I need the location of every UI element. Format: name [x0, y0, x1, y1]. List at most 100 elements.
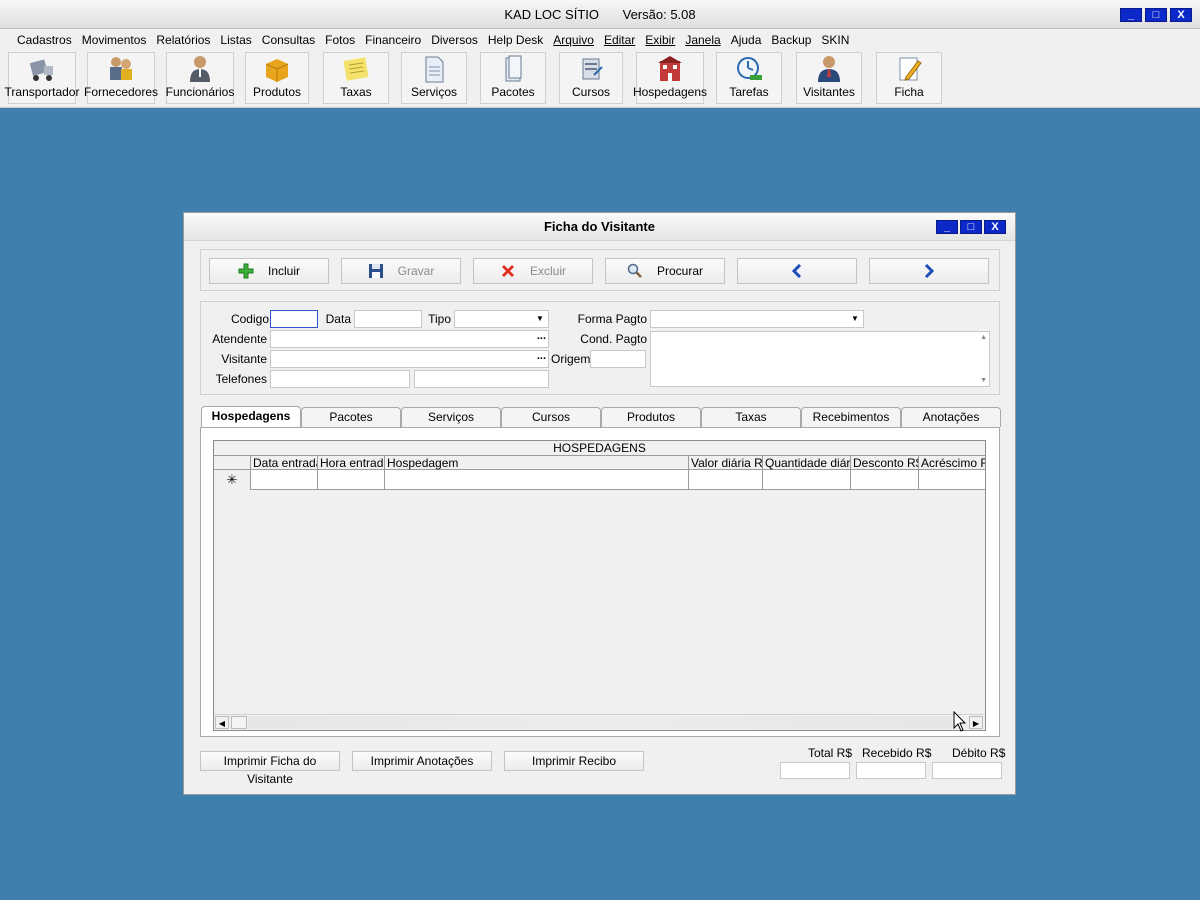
scrollbar-track[interactable]	[248, 716, 952, 729]
imprimir-ficha-button[interactable]: Imprimir Ficha do Visitante	[200, 751, 340, 786]
toolbar-funcionarios-button[interactable]: Funcionários	[166, 52, 234, 104]
tipo-select[interactable]: ▼	[454, 310, 549, 328]
tab-taxas[interactable]: Taxas	[701, 407, 801, 427]
imprimir-anotacoes-button[interactable]: Imprimir Anotações	[352, 751, 492, 771]
toolbar-label: Hospedagens	[632, 85, 708, 99]
forma-pagto-select[interactable]: ▼	[650, 310, 864, 328]
scroll-left-icon[interactable]: ◀	[215, 716, 229, 729]
tab-pacotes[interactable]: Pacotes	[301, 407, 401, 427]
toolbar-ficha-button[interactable]: Ficha	[876, 52, 942, 104]
menu-skin[interactable]: SKIN	[816, 33, 854, 47]
telefones-label: Telefones	[215, 372, 267, 386]
column-header[interactable]: Hospedagem	[384, 456, 688, 470]
toolbar-tarefas-button[interactable]: Tarefas	[716, 52, 782, 104]
minimize-button[interactable]: _	[1120, 8, 1142, 22]
toolbar-transportador-button[interactable]: Transportador	[5, 52, 79, 104]
visitante-lookup-button[interactable]: ...	[537, 350, 546, 362]
menu-exibir[interactable]: Exibir	[640, 33, 680, 47]
chevron-left-icon	[791, 264, 802, 278]
next-record-button[interactable]	[869, 258, 989, 284]
grid-cell[interactable]	[918, 470, 985, 490]
atendente-label: Atendente	[212, 332, 267, 346]
scroll-right-icon[interactable]: ▶	[969, 716, 983, 729]
menu-consultas[interactable]: Consultas	[257, 33, 320, 47]
horizontal-scrollbar[interactable]: ◀ ▶	[214, 714, 985, 730]
scroll-down-icon[interactable]: ▼	[980, 377, 987, 384]
toolbar-pacotes-button[interactable]: Pacotes	[480, 52, 546, 104]
close-button[interactable]: X	[1170, 8, 1192, 22]
grid-cell[interactable]	[384, 470, 688, 490]
imprimir-recibo-button[interactable]: Imprimir Recibo	[504, 751, 644, 771]
cond-pagto-textarea[interactable]: ▲ ▼	[650, 331, 990, 387]
hotel-icon	[658, 56, 682, 81]
menu-janela[interactable]: Janela	[680, 33, 725, 47]
menu-fotos[interactable]: Fotos	[320, 33, 360, 47]
toolbar-label: Funcionários	[165, 85, 235, 99]
tab-cursos[interactable]: Cursos	[501, 407, 601, 427]
menu-editar[interactable]: Editar	[599, 33, 640, 47]
toolbar-cursos-button[interactable]: Cursos	[559, 52, 623, 104]
column-header[interactable]: Valor diária R$	[688, 456, 762, 470]
column-header[interactable]: Hora entrada	[317, 456, 384, 470]
procurar-button[interactable]: Procurar	[605, 258, 725, 284]
debito-input[interactable]	[932, 762, 1002, 779]
toolbar-label: Serviços	[410, 85, 457, 99]
menu-help-desk[interactable]: Help Desk	[483, 33, 548, 47]
total-input[interactable]	[780, 762, 850, 779]
column-header[interactable]: Desconto R$	[850, 456, 918, 470]
origem-input[interactable]	[590, 350, 646, 368]
dialog-minimize-button[interactable]: _	[936, 220, 958, 234]
dialog-maximize-button[interactable]: □	[960, 220, 982, 234]
telefone-2-input[interactable]	[414, 370, 549, 388]
menu-arquivo[interactable]: Arquivo	[548, 33, 599, 47]
excluir-button[interactable]: Excluir	[473, 258, 593, 284]
atendente-input[interactable]: ...	[270, 330, 549, 348]
atendente-lookup-button[interactable]: ...	[537, 330, 546, 342]
grid-cell[interactable]	[250, 470, 317, 490]
toolbar-hospedagens-button[interactable]: Hospedagens	[632, 52, 708, 104]
menu-financeiro[interactable]: Financeiro	[360, 33, 426, 47]
tab-recebimentos[interactable]: Recebimentos	[801, 407, 901, 427]
data-input[interactable]	[354, 310, 422, 328]
app-window-controls: _ □ X	[1120, 8, 1192, 22]
truck-icon	[29, 59, 53, 81]
telefone-1-input[interactable]	[270, 370, 410, 388]
menu-movimentos[interactable]: Movimentos	[77, 33, 152, 47]
toolbar-visitantes-button[interactable]: Visitantes	[796, 52, 862, 104]
column-header[interactable]: Acréscimo R$	[918, 456, 985, 470]
visitante-input[interactable]: ...	[270, 350, 549, 368]
toolbar-taxas-button[interactable]: Taxas	[323, 52, 389, 104]
tab-hospedagens[interactable]: Hospedagens	[201, 406, 301, 428]
menu-listas[interactable]: Listas	[215, 33, 256, 47]
scroll-up-icon[interactable]: ▲	[980, 334, 987, 341]
codigo-input[interactable]	[270, 310, 318, 328]
recebido-input[interactable]	[856, 762, 926, 779]
notes-icon	[343, 57, 369, 81]
grid-cell[interactable]	[688, 470, 762, 490]
toolbar-produtos-button[interactable]: Produtos	[245, 52, 309, 104]
menu-cadastros[interactable]: Cadastros	[12, 33, 77, 47]
new-row-marker: ✳	[214, 470, 250, 490]
tab-servicos[interactable]: Serviços	[401, 407, 501, 427]
toolbar-label: Produtos	[252, 85, 302, 99]
maximize-button[interactable]: □	[1145, 8, 1167, 22]
grid-cell[interactable]	[762, 470, 850, 490]
tab-produtos[interactable]: Produtos	[601, 407, 701, 427]
menu-relatorios[interactable]: Relatórios	[151, 33, 215, 47]
previous-record-button[interactable]	[737, 258, 857, 284]
dialog-close-button[interactable]: X	[984, 220, 1006, 234]
toolbar-servicos-button[interactable]: Serviços	[401, 52, 467, 104]
grid-cell[interactable]	[850, 470, 918, 490]
column-header[interactable]: Data entrada	[250, 456, 317, 470]
column-header[interactable]: Quantidade diária	[762, 456, 850, 470]
incluir-button[interactable]: Incluir	[209, 258, 329, 284]
grid-cell[interactable]	[317, 470, 384, 490]
menu-diversos[interactable]: Diversos	[426, 33, 483, 47]
gravar-button[interactable]: Gravar	[341, 258, 461, 284]
menu-backup[interactable]: Backup	[766, 33, 816, 47]
tab-anotacoes[interactable]: Anotações	[901, 407, 1001, 427]
table-row[interactable]: ✳	[214, 470, 985, 490]
menu-ajuda[interactable]: Ajuda	[726, 33, 767, 47]
scrollbar-handle[interactable]	[231, 716, 247, 729]
toolbar-fornecedores-button[interactable]: Fornecedores	[84, 52, 158, 104]
